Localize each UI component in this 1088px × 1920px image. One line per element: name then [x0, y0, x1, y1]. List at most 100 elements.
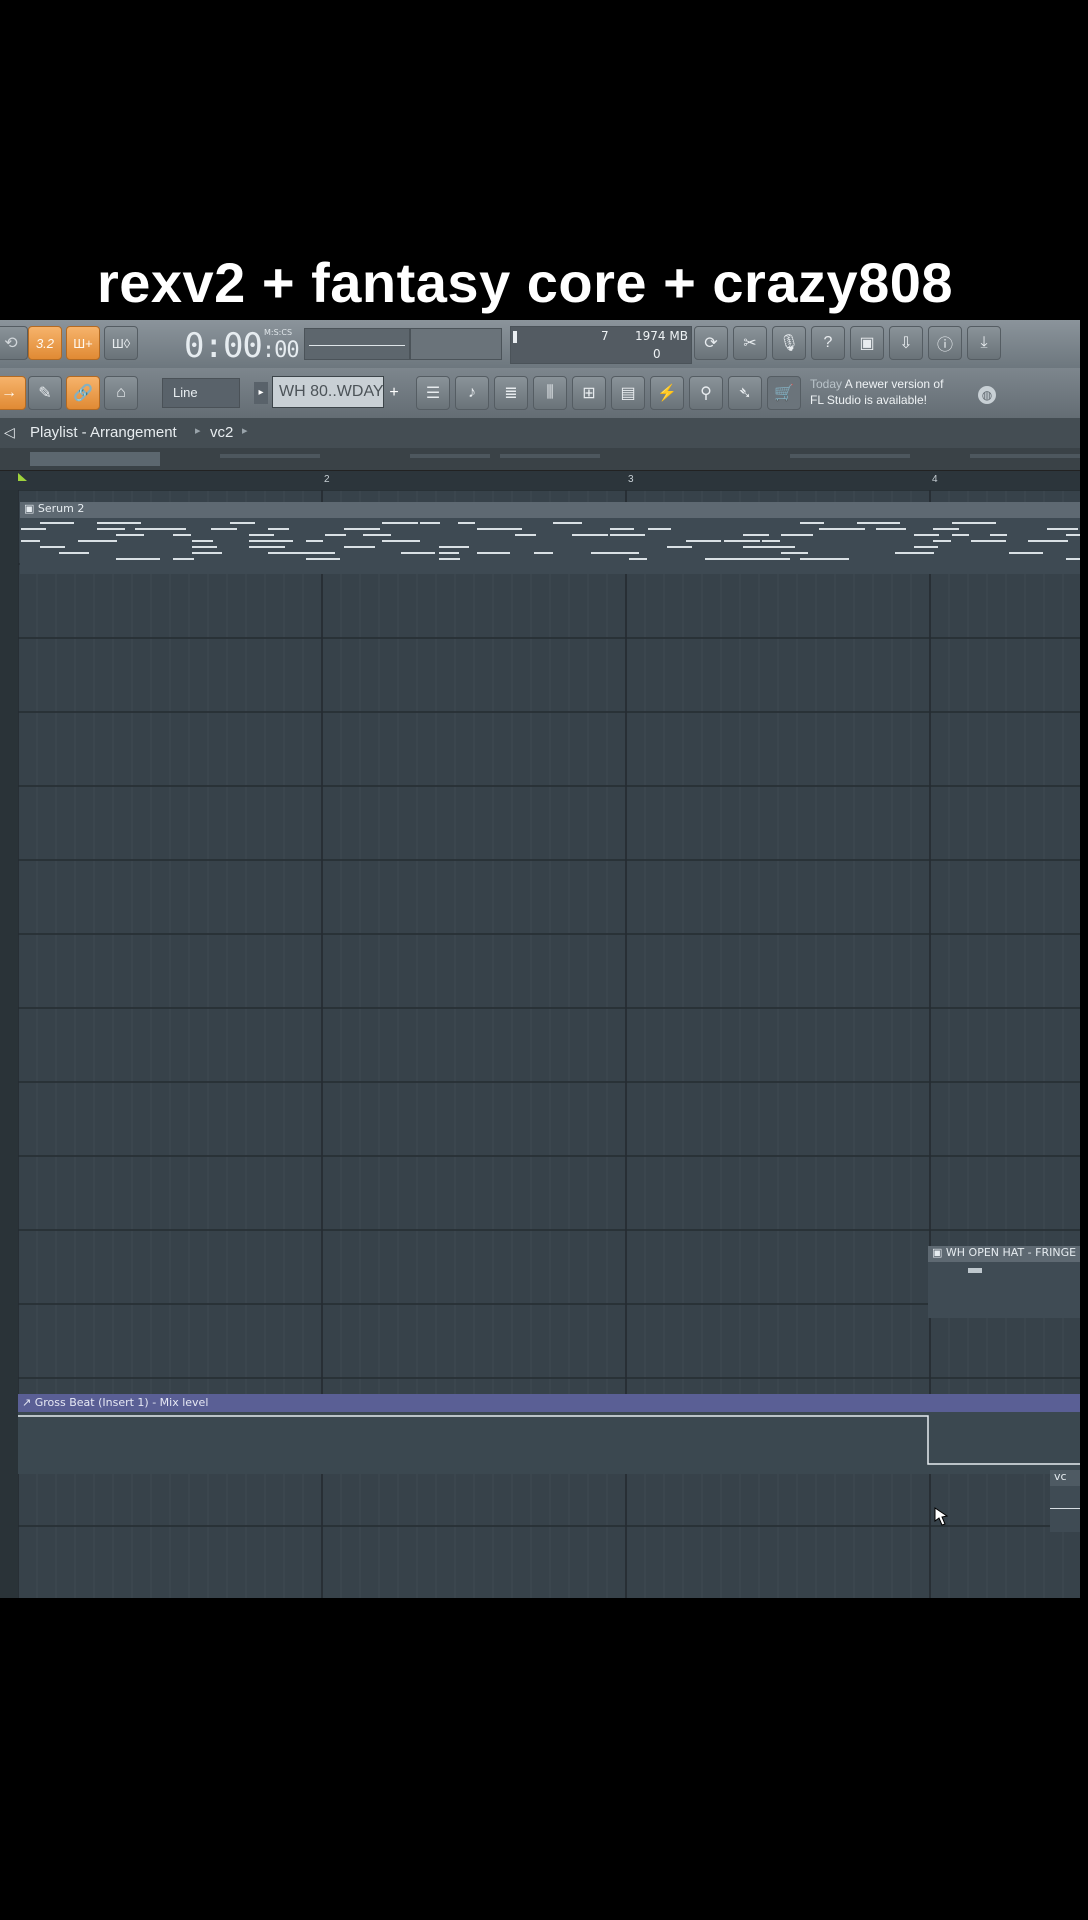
midi-note [249, 534, 274, 536]
help-icon[interactable]: ? [811, 326, 845, 360]
chevron-right-icon: ▸ [242, 425, 248, 437]
horizontal-scrollbar[interactable] [0, 448, 1080, 470]
midi-note [306, 540, 323, 542]
automation-clip-header[interactable]: ↗ Gross Beat (Insert 1) - Mix level [18, 1394, 1080, 1412]
draw-tool-icon[interactable]: ✎ [28, 376, 62, 410]
midi-note [268, 552, 287, 554]
render-icon[interactable]: ⇩ [889, 326, 923, 360]
mixer-icon[interactable]: ⫼ [533, 376, 567, 410]
clip-notes [21, 522, 1080, 560]
midi-note [363, 534, 391, 536]
tempo-tap-button[interactable]: 3.2 [28, 326, 62, 360]
midi-note [914, 552, 934, 554]
scrollbar-thumb[interactable] [30, 452, 160, 466]
midi-note [97, 540, 117, 542]
speaker-icon[interactable]: ◁ [4, 424, 15, 441]
project-icon[interactable]: ▤ [611, 376, 645, 410]
midi-note [762, 546, 795, 548]
download-icon[interactable]: ⤓ [967, 326, 1001, 360]
midi-note [59, 552, 89, 554]
playhead-marker-icon[interactable] [18, 473, 27, 481]
breadcrumb-current[interactable]: vc2 [210, 424, 233, 441]
plugin-picker-icon[interactable]: ⚡ [650, 376, 684, 410]
time-unit-label: M:S:CS [264, 328, 293, 337]
timeline-ruler[interactable]: 2 3 4 [0, 470, 1080, 491]
playlist-icon[interactable]: ☰ [416, 376, 450, 410]
record-audio-icon[interactable]: 🎙 [772, 326, 806, 360]
midi-note [914, 546, 938, 548]
clip-icon: ▣ [24, 502, 38, 515]
wait-for-input-button[interactable]: Ш◊ [104, 326, 138, 360]
midi-note [610, 552, 639, 554]
arrow-tool-icon[interactable]: → [0, 376, 26, 410]
snap-selector[interactable]: Line [162, 378, 240, 408]
tools-icon[interactable]: ➴ [728, 376, 762, 410]
midi-note [629, 558, 647, 560]
info-icon[interactable]: ⓘ [928, 326, 962, 360]
loop-icon[interactable]: ⟲ [0, 326, 28, 360]
midi-note [458, 522, 475, 524]
ruler-mark: 3 [628, 474, 634, 485]
save-icon[interactable]: ▣ [850, 326, 884, 360]
touch-controller-icon[interactable]: ⚲ [689, 376, 723, 410]
master-oscilloscope [304, 328, 410, 360]
midi-note [762, 540, 780, 542]
update-notice[interactable]: Today A newer version of FL Studio is av… [810, 376, 943, 408]
audio-clip-body[interactable] [928, 1262, 1080, 1318]
midi-note [306, 552, 335, 554]
automation-curve [18, 1415, 1080, 1465]
midi-note [971, 522, 996, 524]
chevron-right-icon: ▸ [195, 425, 201, 437]
midi-note [40, 546, 65, 548]
midi-note [344, 546, 375, 548]
pattern-selector[interactable]: WH 80..WDAY [272, 376, 384, 408]
master-volume-panel[interactable] [410, 328, 502, 360]
undo-history-icon[interactable]: ⟳ [694, 326, 728, 360]
midi-note [686, 540, 711, 542]
midi-note [534, 552, 553, 554]
browser-icon[interactable]: ⊞ [572, 376, 606, 410]
midi-note [838, 528, 865, 530]
midi-note [819, 558, 849, 560]
midi-note [515, 534, 536, 536]
add-pattern-icon[interactable]: + [386, 382, 402, 404]
globe-icon[interactable]: ◍ [978, 386, 996, 404]
piano-roll-icon[interactable]: ♪ [455, 376, 489, 410]
midi-note [1066, 558, 1080, 560]
midi-note [325, 534, 346, 536]
midi-note [439, 558, 460, 560]
pattern-clip-header[interactable]: ▣ Serum 2 [20, 502, 1080, 518]
ruler-mark: 4 [932, 474, 938, 485]
midi-note [211, 528, 237, 530]
midi-note [344, 528, 380, 530]
midi-note [401, 552, 435, 554]
midi-note [667, 546, 692, 548]
metronome-button[interactable]: Ш+ [66, 326, 100, 360]
shop-icon[interactable]: 🛒 [767, 376, 801, 410]
midi-note [933, 528, 958, 530]
vc-clip-header[interactable]: vc [1050, 1470, 1080, 1486]
vc-clip-body[interactable] [1050, 1486, 1080, 1532]
midi-note [116, 558, 136, 560]
midi-note [572, 534, 591, 536]
midi-note [1047, 528, 1078, 530]
automation-icon: ↗ [22, 1396, 35, 1409]
midi-note [648, 528, 671, 530]
midi-note [971, 540, 1006, 542]
midi-note [876, 528, 906, 530]
midi-note [1066, 534, 1080, 536]
cut-tool-icon[interactable]: ✂ [733, 326, 767, 360]
channel-rack-icon[interactable]: ≣ [494, 376, 528, 410]
midi-note [477, 552, 510, 554]
pattern-clip-body[interactable] [20, 518, 1080, 574]
main-toolbar: ⟲ 3.2 Ш+ Ш◊ 0:00:00 M:S:CS 7 1974 MB 0 ⟳… [0, 320, 1080, 369]
midi-note [439, 546, 469, 548]
mixer-stamp-icon[interactable]: ⌂ [104, 376, 138, 410]
link-icon[interactable]: 🔗 [66, 376, 100, 410]
midi-note [116, 534, 144, 536]
automation-clip-body[interactable] [18, 1412, 1080, 1474]
pattern-prev-icon[interactable]: ▸ [254, 382, 268, 404]
audio-clip-header[interactable]: ▣ WH OPEN HAT - FRINGE [928, 1246, 1080, 1262]
breadcrumb-root[interactable]: Playlist - Arrangement [30, 424, 177, 441]
breadcrumb: ◁ Playlist - Arrangement ▸ vc2 ▸ [0, 418, 1080, 448]
